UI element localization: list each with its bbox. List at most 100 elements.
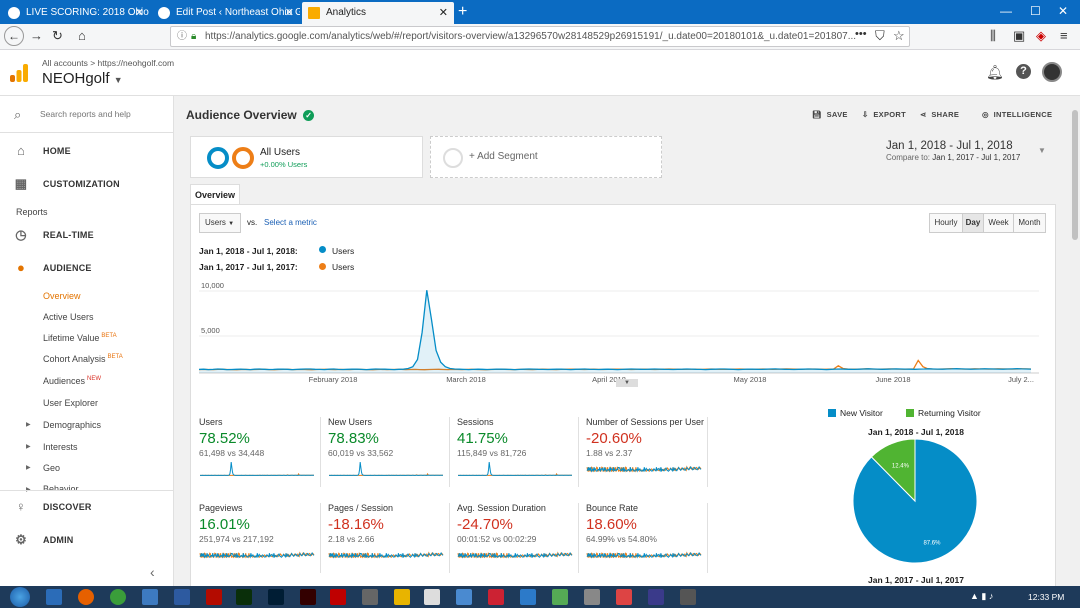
taskbar-app-icon[interactable] [520,589,536,605]
acrobat-icon[interactable] [206,589,222,605]
collapse-sidebar-icon[interactable]: ‹ [150,564,155,580]
close-window-icon[interactable]: ✕ [1058,4,1068,18]
sidebar-sub-cohort-analysis[interactable]: Cohort Analysis BETA [43,354,123,364]
sidebar-sub-interests[interactable]: Interests [43,442,78,452]
back-icon[interactable]: ← [4,26,24,46]
metric-name: Pages / Session [328,503,394,513]
explorer-folder-icon[interactable] [394,589,410,605]
browser-tab[interactable]: Edit Post ‹ Northeast Ohio Golf ✕ [152,2,300,24]
metric-tile[interactable]: Sessions 41.75% 115,849 vs 81,726 [457,417,579,497]
notifications-bell-icon[interactable]: 🔔︎ [986,64,1004,81]
taskbar-app-icon[interactable] [424,589,440,605]
expand-chart-icon[interactable]: ▼ [616,379,638,387]
sidebar-toggle-icon[interactable]: ▣ [1013,28,1025,44]
library-icon[interactable]: ⫼ [990,28,996,44]
scrollbar[interactable] [1070,96,1080,586]
property-selector[interactable]: NEOHgolf ▼ [42,70,123,87]
metric-tile[interactable]: Users 78.52% 61,498 vs 34,448 [199,417,321,497]
extension-icon[interactable]: ◈ [1036,28,1046,44]
chrome-icon[interactable] [110,589,126,605]
scrollbar-thumb[interactable] [1072,110,1078,240]
metric-tile[interactable]: Bounce Rate 18.60% 64.99% vs 54.80% [586,503,708,583]
tab-overview[interactable]: Overview [190,184,240,205]
start-button[interactable] [10,587,30,607]
granularity-hourly[interactable]: Hourly [929,213,963,233]
expand-arrow-icon[interactable]: ▶ [26,464,31,471]
metric-tile[interactable]: New Users 78.83% 60,019 vs 33,562 [328,417,450,497]
minimize-icon[interactable]: — [1000,4,1012,18]
add-segment-button[interactable]: + Add Segment [430,136,662,178]
taskbar-app-icon[interactable] [616,589,632,605]
sidebar-item-discover[interactable]: ♀ DISCOVER [0,492,173,522]
close-tab-icon[interactable]: ✕ [439,2,448,24]
save-button[interactable]: 💾︎ SAVE [812,110,848,119]
metric-tile[interactable]: Pageviews 16.01% 251,974 vs 217,192 [199,503,321,583]
sidebar-sub-demographics[interactable]: Demographics [43,420,101,430]
browser-tab-active[interactable]: Analytics ✕ [302,2,454,24]
filezilla-icon[interactable] [330,589,346,605]
sidebar-item-admin[interactable]: ⚙ ADMIN [0,525,173,555]
granularity-week[interactable]: Week [983,213,1014,233]
page-actions-icon[interactable]: ••• [855,28,867,40]
taskbar-app-icon[interactable] [488,589,504,605]
expand-arrow-icon[interactable]: ▶ [26,443,31,450]
url-bar[interactable]: ⓘ 🔒︎ https://analytics.google.com/analyt… [170,26,910,47]
intelligence-button[interactable]: ◎ INTELLIGENCE [982,110,1052,119]
clock[interactable]: 12:33 PM [1028,592,1064,602]
taskbar-app-icon[interactable] [648,589,664,605]
export-button[interactable]: ⇩ EXPORT [862,110,906,119]
sidebar-sub-audiences[interactable]: Audiences NEW [43,376,101,386]
taskbar-app-icon[interactable] [142,589,158,605]
home-icon[interactable]: ⌂ [78,28,86,43]
date-range-picker[interactable]: Jan 1, 2018 - Jul 1, 2018 Compare to: Ja… [886,140,1046,162]
dreamweaver-icon[interactable] [236,589,252,605]
metric-selector[interactable]: Users ▼ [199,213,241,233]
firefox-icon[interactable] [78,589,94,605]
taskbar-app-icon[interactable] [584,589,600,605]
share-button[interactable]: ⋖ SHARE [920,110,959,119]
sidebar-item-home[interactable]: ⌂ HOME [0,136,173,166]
reload-icon[interactable]: ↻ [52,28,63,44]
bookmark-star-icon[interactable]: ☆ [893,28,905,44]
ie-icon[interactable] [46,589,62,605]
metric-tile[interactable]: Avg. Session Duration -24.70% 00:01:52 vs … [457,503,579,583]
sidebar-item-realtime[interactable]: ◷ REAL-TIME [0,220,173,250]
search-input[interactable] [40,106,165,122]
browser-tab[interactable]: LIVE SCORING: 2018 Ohio Ama ✕ [2,2,150,24]
sidebar-sub-user-explorer[interactable]: User Explorer [43,398,98,408]
pocket-icon[interactable]: ⛉ [875,28,885,44]
segment-all-users[interactable]: All Users +0.00% Users [190,136,423,178]
avatar[interactable] [1042,62,1062,82]
info-icon[interactable]: ⓘ [177,27,187,46]
granularity-month[interactable]: Month [1013,213,1046,233]
sidebar-sub-active-users[interactable]: Active Users [43,312,94,322]
taskbar-app-icon[interactable] [680,589,696,605]
maximize-icon[interactable]: ☐ [1030,4,1041,18]
breadcrumb[interactable]: All accounts > https://neohgolf.com [42,58,174,68]
granularity-day[interactable]: Day [962,213,984,233]
taskbar-app-icon[interactable] [456,589,472,605]
photoshop-icon[interactable] [268,589,284,605]
x-tick-label: March 2018 [446,375,486,384]
taskbar-app-icon[interactable] [174,589,190,605]
sidebar-sub-geo[interactable]: Geo [43,463,60,473]
metric-tile[interactable]: Number of Sessions per User -20.60% 1.88 v… [586,417,708,497]
forward-icon[interactable]: → [30,28,43,43]
taskbar-app-icon[interactable] [362,589,378,605]
help-icon[interactable]: ? [1016,64,1031,79]
tray-icons[interactable]: ▲ ▮ ♪ [970,591,993,602]
select-metric-link[interactable]: Select a metric [264,218,317,227]
illustrator-icon[interactable] [300,589,316,605]
expand-arrow-icon[interactable]: ▶ [26,421,31,428]
metric-tile[interactable]: Pages / Session -18.16% 2.18 vs 2.66 [328,503,450,583]
menu-icon[interactable]: ≡ [1060,28,1068,43]
sidebar-item-audience[interactable]: ● AUDIENCE [0,253,173,283]
sidebar-item-customization[interactable]: ▦ CUSTOMIZATION [0,169,173,199]
close-tab-icon[interactable]: ✕ [285,2,294,24]
sidebar-sub-overview[interactable]: Overview [43,291,81,301]
new-tab-icon[interactable]: + [458,2,467,22]
close-tab-icon[interactable]: ✕ [135,2,144,24]
taskbar-app-icon[interactable] [552,589,568,605]
sidebar-item-label: AUDIENCE [43,263,92,273]
sidebar-sub-lifetime-value[interactable]: Lifetime Value BETA [43,333,117,343]
